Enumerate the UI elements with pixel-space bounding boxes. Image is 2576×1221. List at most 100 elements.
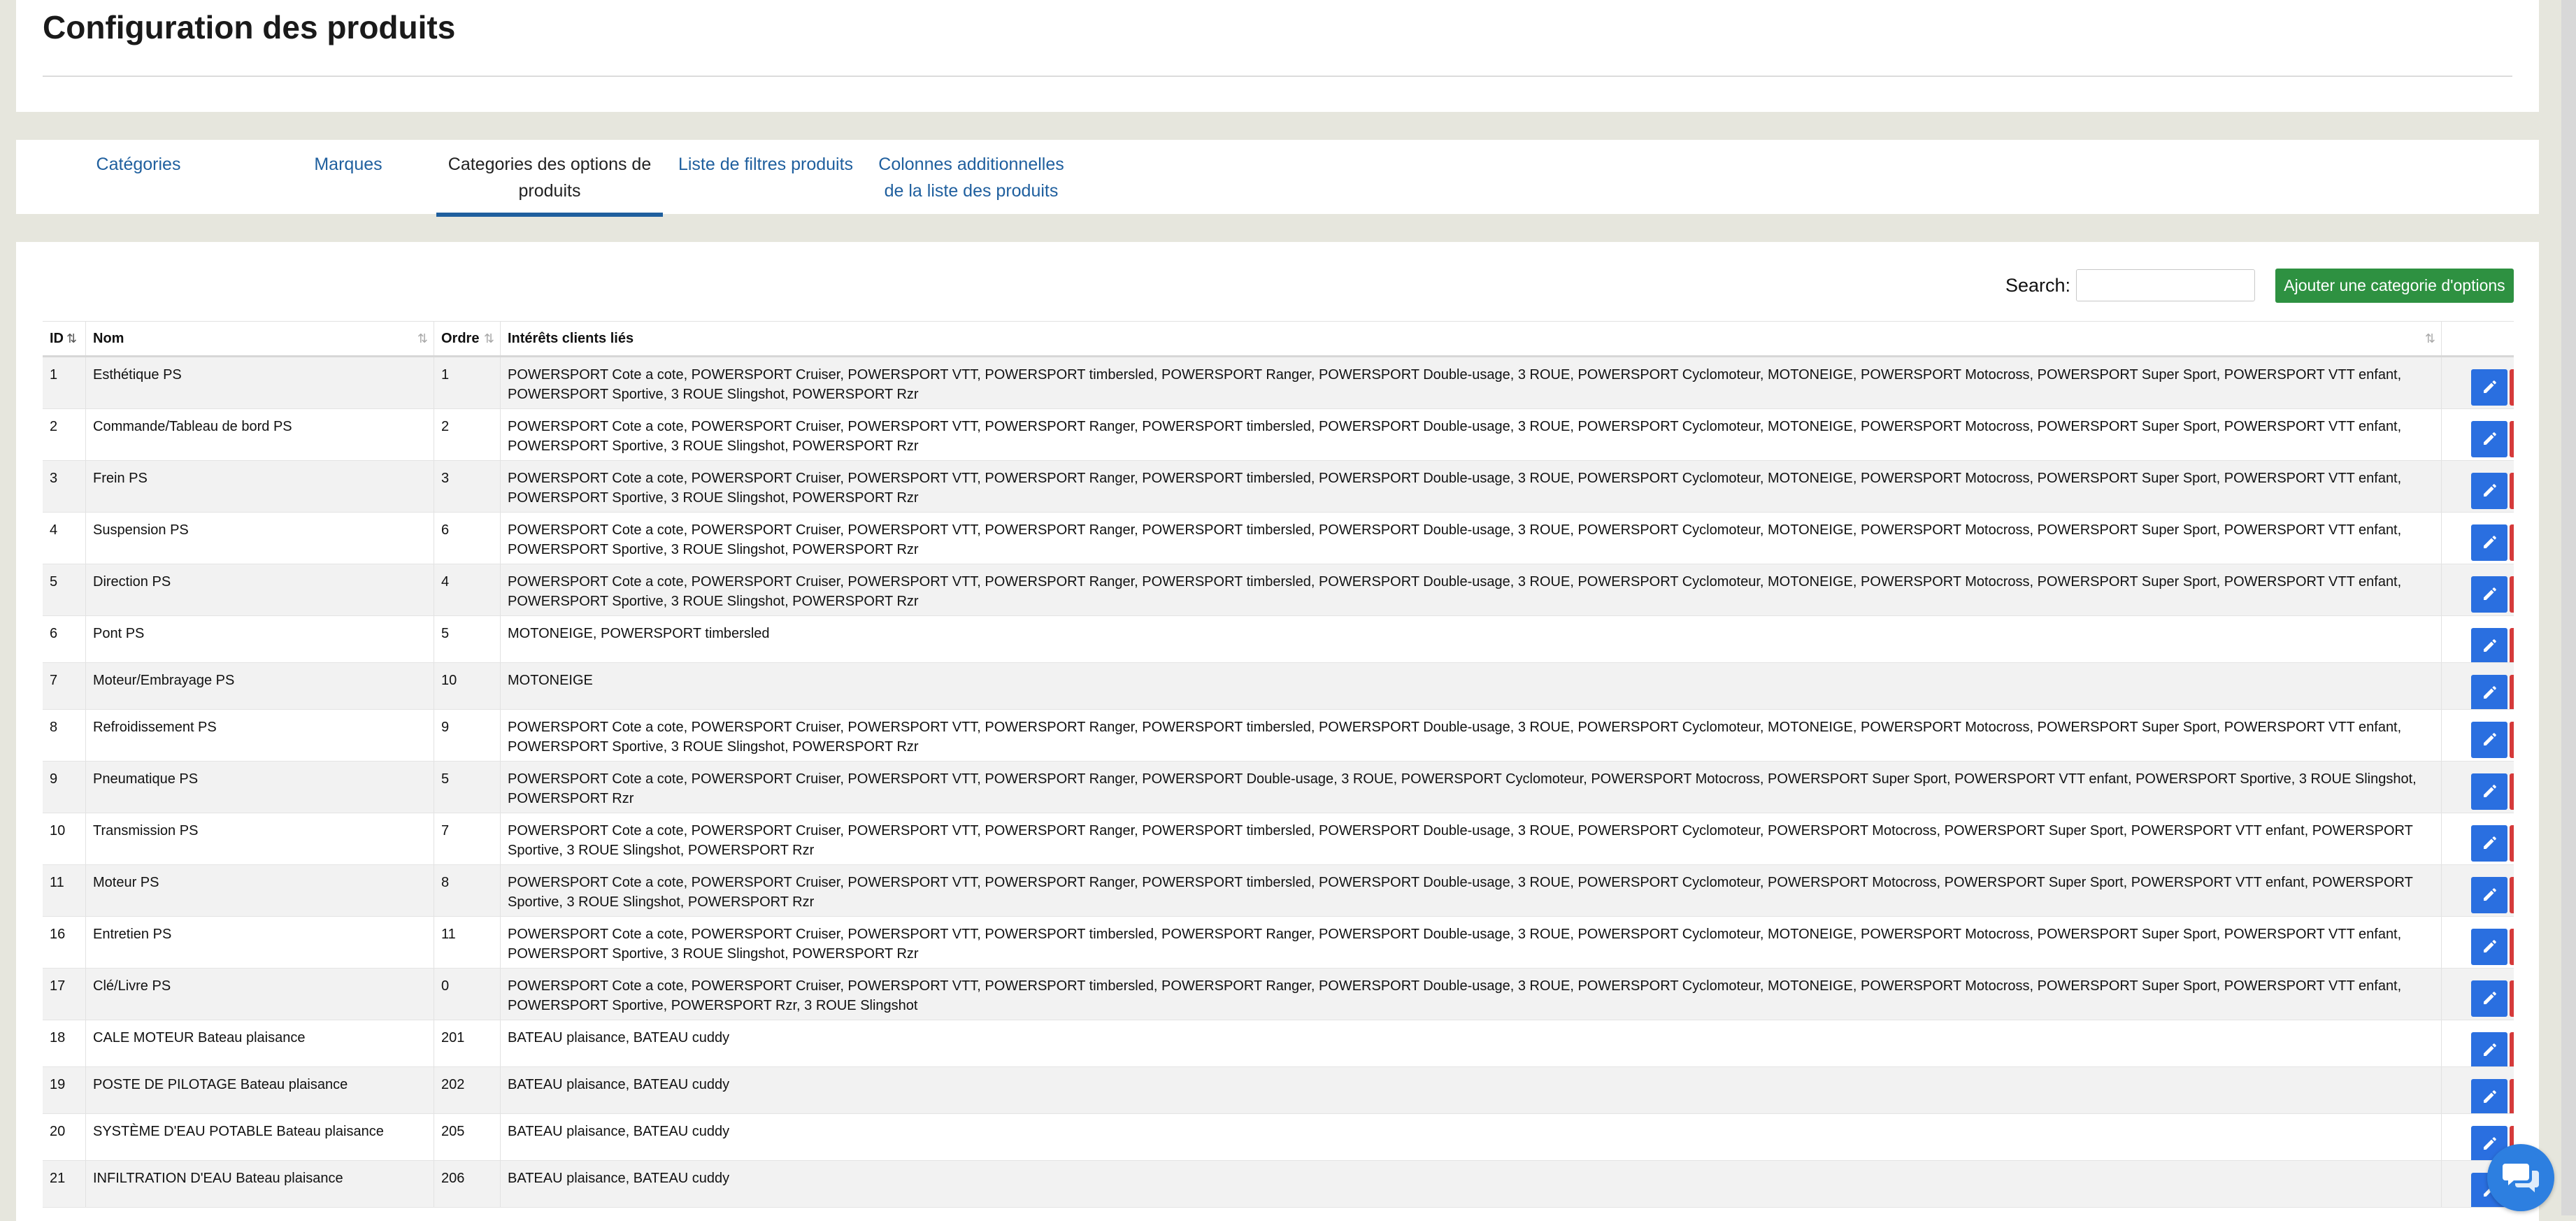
- table-row: 16 Entretien PS 11 POWERSPORT Cote a cote, …: [43, 917, 2514, 969]
- cell-interets: POWERSPORT Cote a cote, POWERSPORT Cruis…: [501, 461, 2442, 512]
- cell-actions: [2442, 865, 2514, 916]
- cell-interets: MOTONEIGE, POWERSPORT timbersled: [501, 616, 2442, 662]
- edit-button[interactable]: [2471, 877, 2507, 913]
- delete-button[interactable]: [2510, 576, 2514, 613]
- tab-colonnes-additionnelles[interactable]: Colonnes additionnelles de la liste des …: [866, 151, 1076, 204]
- cell-actions: [2442, 762, 2514, 813]
- column-header-id[interactable]: ID ⇅: [43, 322, 86, 355]
- chat-widget-button[interactable]: [2487, 1144, 2554, 1211]
- tab-marques[interactable]: Marques: [275, 151, 422, 178]
- table-row: 5 Direction PS 4 POWERSPORT Cote a cote, PO…: [43, 564, 2514, 616]
- search-input[interactable]: [2076, 269, 2255, 301]
- delete-button[interactable]: [2510, 473, 2514, 509]
- cell-id: 3: [43, 461, 86, 512]
- pencil-icon: [2484, 1137, 2496, 1150]
- delete-button[interactable]: [2510, 1079, 2514, 1113]
- cell-nom: INFILTRATION D'EAU Bateau plaisance: [86, 1161, 434, 1207]
- cell-nom: Moteur/Embrayage PS: [86, 663, 434, 709]
- edit-button[interactable]: [2471, 980, 2507, 1017]
- table-row: 9 Pneumatique PS 5 POWERSPORT Cote a cote, …: [43, 762, 2514, 813]
- delete-button[interactable]: [2510, 877, 2514, 913]
- cell-actions: [2442, 357, 2514, 408]
- edit-button[interactable]: [2471, 1032, 2507, 1066]
- cell-actions: [2442, 663, 2514, 709]
- sort-arrows-icon: ⇅: [483, 331, 494, 345]
- tab-liste-filtres-produits[interactable]: Liste de filtres produits: [661, 151, 871, 178]
- tab-categories-options-produits[interactable]: Categories des options de produits: [436, 151, 663, 217]
- column-header-nom[interactable]: Nom ⇅: [86, 322, 434, 355]
- delete-button[interactable]: [2510, 1032, 2514, 1066]
- column-header-ordre[interactable]: Ordre ⇅: [434, 322, 501, 355]
- cell-ordre: 1: [434, 357, 501, 408]
- cell-interets: POWERSPORT Cote a cote, POWERSPORT Cruis…: [501, 564, 2442, 615]
- cell-id: 4: [43, 513, 86, 564]
- delete-button[interactable]: [2510, 421, 2514, 457]
- edit-button[interactable]: [2471, 473, 2507, 509]
- cell-nom: Pneumatique PS: [86, 762, 434, 813]
- edit-button[interactable]: [2471, 675, 2507, 709]
- cell-actions: [2442, 461, 2514, 512]
- tab-categories[interactable]: Catégories: [58, 151, 219, 178]
- tab-label: Catégories: [96, 155, 181, 174]
- edit-button[interactable]: [2471, 524, 2507, 561]
- delete-button[interactable]: [2510, 929, 2514, 965]
- cell-id: 11: [43, 865, 86, 916]
- edit-button[interactable]: [2471, 1079, 2507, 1113]
- cell-id: 10: [43, 813, 86, 864]
- content-panel: Search: Ajouter une categorie d'options …: [16, 242, 2539, 1221]
- search-label: Search:: [2005, 275, 2071, 296]
- column-label: ID: [50, 331, 64, 346]
- delete-button[interactable]: [2510, 825, 2514, 862]
- delete-button[interactable]: [2510, 524, 2514, 561]
- table-row: 19 POSTE DE PILOTAGE Bateau plaisance 202 B…: [43, 1067, 2514, 1114]
- cell-ordre: 11: [434, 917, 501, 968]
- tab-label: Marques: [314, 155, 382, 174]
- cell-nom: Commande/Tableau de bord PS: [86, 409, 434, 460]
- cell-ordre: 4: [434, 564, 501, 615]
- edit-button[interactable]: [2471, 929, 2507, 965]
- table-body: 1 Esthétique PS 1 POWERSPORT Cote a cote, P…: [43, 357, 2514, 1208]
- delete-button[interactable]: [2510, 369, 2514, 406]
- delete-button[interactable]: [2510, 980, 2514, 1017]
- cell-actions: [2442, 813, 2514, 864]
- edit-button[interactable]: [2471, 722, 2507, 758]
- add-option-category-button[interactable]: Ajouter une categorie d'options: [2275, 269, 2514, 303]
- cell-ordre: 2: [434, 409, 501, 460]
- table-row: 6 Pont PS 5 MOTONEIGE, POWERSPORT timbersle…: [43, 616, 2514, 663]
- cell-id: 18: [43, 1020, 86, 1066]
- cell-nom: Frein PS: [86, 461, 434, 512]
- tab-label: Colonnes additionnelles de la liste des …: [878, 155, 1064, 201]
- delete-button[interactable]: [2510, 675, 2514, 709]
- delete-button[interactable]: [2510, 628, 2514, 662]
- cell-actions: [2442, 710, 2514, 761]
- edit-button[interactable]: [2471, 773, 2507, 810]
- cell-interets: BATEAU plaisance, BATEAU cuddy: [501, 1114, 2442, 1160]
- cell-interets: POWERSPORT Cote a cote, POWERSPORT Cruis…: [501, 969, 2442, 1020]
- table-row: 10 Transmission PS 7 POWERSPORT Cote a cote…: [43, 813, 2514, 865]
- cell-nom: Transmission PS: [86, 813, 434, 864]
- cell-id: 9: [43, 762, 86, 813]
- delete-button[interactable]: [2510, 722, 2514, 758]
- sort-arrows-icon: ⇅: [66, 331, 78, 345]
- cell-ordre: 8: [434, 865, 501, 916]
- table-row: 21 INFILTRATION D'EAU Bateau plaisance 206…: [43, 1161, 2514, 1208]
- cell-interets: BATEAU plaisance, BATEAU cuddy: [501, 1067, 2442, 1113]
- cell-id: 7: [43, 663, 86, 709]
- tab-label: Categories des options de produits: [448, 155, 652, 201]
- active-tab-indicator: [436, 213, 663, 217]
- delete-button[interactable]: [2510, 773, 2514, 810]
- cell-actions: [2442, 616, 2514, 662]
- edit-button[interactable]: [2471, 369, 2507, 406]
- cell-nom: Esthétique PS: [86, 357, 434, 408]
- edit-button[interactable]: [2471, 825, 2507, 862]
- edit-button[interactable]: [2471, 576, 2507, 613]
- column-header-interets[interactable]: Intérêts clients liés ⇅: [501, 322, 2442, 355]
- cell-nom: POSTE DE PILOTAGE Bateau plaisance: [86, 1067, 434, 1113]
- cell-ordre: 5: [434, 762, 501, 813]
- edit-button[interactable]: [2471, 421, 2507, 457]
- pencil-icon: [2484, 1043, 2496, 1056]
- column-label: Nom: [93, 331, 124, 346]
- column-label: Ordre: [441, 331, 480, 346]
- cell-id: 6: [43, 616, 86, 662]
- edit-button[interactable]: [2471, 628, 2507, 662]
